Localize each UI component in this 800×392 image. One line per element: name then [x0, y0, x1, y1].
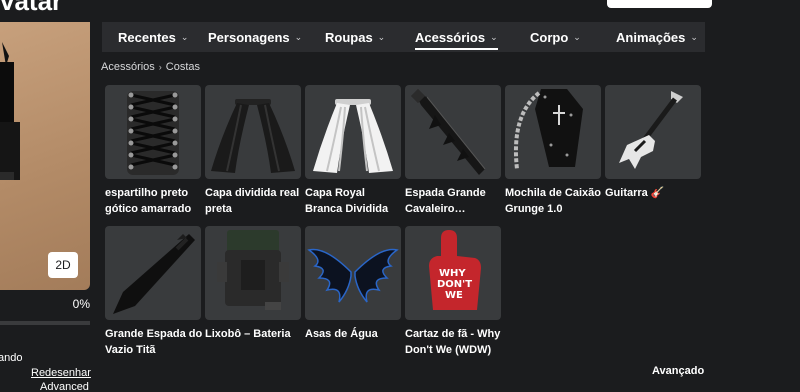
- chevron-down-icon: ⌄: [377, 31, 386, 42]
- breadcrumb-root[interactable]: Acessórios: [101, 61, 155, 73]
- progress-percent: 0%: [72, 297, 90, 311]
- chevron-down-icon: ⌄: [294, 31, 303, 42]
- tab-corpo[interactable]: Corpo ⌄: [530, 22, 581, 52]
- item-name: Capa Royal Branca Dividida: [305, 187, 389, 215]
- item-name: Asas de Água: [305, 328, 378, 340]
- item-card[interactable]: Asas de Água: [305, 226, 401, 342]
- guitar-icon: [605, 85, 701, 179]
- chevron-down-icon: ⌄: [490, 31, 498, 42]
- item-card[interactable]: Guitarra 🎸: [605, 85, 701, 201]
- item-card[interactable]: Lixobô – Bateria: [205, 226, 301, 342]
- item-name: Capa dividida real preta: [205, 187, 300, 215]
- item-card[interactable]: Capa Royal Branca Dividida: [305, 85, 401, 217]
- side-text: ando: [0, 352, 23, 364]
- avatar-figure: [0, 42, 20, 180]
- chevron-down-icon: ⌄: [180, 31, 189, 42]
- item-name: Espada Grande Cavaleiro Maligno…: [405, 187, 486, 215]
- progress-bar: [0, 321, 90, 325]
- corset-icon: [105, 85, 201, 179]
- breadcrumb-current: Costas: [165, 61, 201, 73]
- tab-recentes[interactable]: Recentes ⌄: [118, 22, 188, 52]
- redraw-link[interactable]: Redesenhar: [31, 367, 91, 379]
- item-card[interactable]: Capa dividida real preta: [205, 85, 301, 217]
- item-card[interactable]: Grande Espada do Vazio Titã: [105, 226, 203, 358]
- tab-animacoes[interactable]: Animações ⌄: [616, 22, 698, 52]
- item-name: Mochila de Caixão Grunge 1.0: [505, 187, 601, 215]
- tab-acessorios[interactable]: Acessórios ⌄: [415, 22, 498, 52]
- item-card[interactable]: Mochila de Caixão Grunge 1.0: [505, 85, 601, 217]
- item-card[interactable]: WHY DON'T WE Cartaz de fã - Why Don't We…: [405, 226, 501, 358]
- top-right-button[interactable]: [607, 0, 712, 8]
- item-name: Cartaz de fã - Why Don't We (WDW): [405, 328, 501, 356]
- white-cape-icon: [305, 85, 401, 179]
- advanced-button[interactable]: Avançado: [652, 365, 704, 377]
- view-2d-button[interactable]: 2D: [48, 252, 78, 278]
- battery-robot-icon: [205, 226, 301, 320]
- void-sword-icon: [105, 226, 201, 320]
- avatar-editor: vatar 2D 0% ando Redesenhar Advanced Rec…: [0, 0, 800, 392]
- svg-text:WHY: WHY: [439, 268, 466, 279]
- svg-text:WE: WE: [445, 290, 463, 301]
- black-cape-icon: [205, 85, 301, 179]
- category-tabs: Recentes ⌄ Personagens ⌄ Roupas ⌄ Acessório…: [102, 22, 705, 52]
- svg-text:DON'T: DON'T: [437, 279, 472, 290]
- avatar-preview[interactable]: 2D: [0, 22, 90, 290]
- advanced-link[interactable]: Advanced: [40, 381, 89, 392]
- chevron-down-icon: ⌄: [690, 31, 698, 42]
- item-name: espartilho preto gótico amarrado: [105, 187, 192, 215]
- item-name: Grande Espada do Vazio Titã: [105, 328, 203, 356]
- breadcrumb: Acessórios › Costas: [101, 61, 200, 73]
- page-title: vatar: [0, 0, 63, 16]
- water-wings-icon: [305, 226, 401, 320]
- item-name: Lixobô – Bateria: [205, 328, 291, 340]
- fan-sign-icon: WHY DON'T WE: [405, 226, 501, 320]
- tab-roupas[interactable]: Roupas ⌄: [325, 22, 385, 52]
- greatsword-icon: [405, 85, 501, 179]
- chevron-down-icon: ⌄: [573, 31, 581, 42]
- item-card[interactable]: espartilho preto gótico amarrado: [105, 85, 201, 217]
- chevron-right-icon: ›: [158, 62, 162, 72]
- item-card[interactable]: Espada Grande Cavaleiro Maligno…: [405, 85, 501, 217]
- tab-personagens[interactable]: Personagens ⌄: [208, 22, 302, 52]
- coffin-backpack-icon: [505, 85, 601, 179]
- item-name: Guitarra 🎸: [605, 187, 665, 199]
